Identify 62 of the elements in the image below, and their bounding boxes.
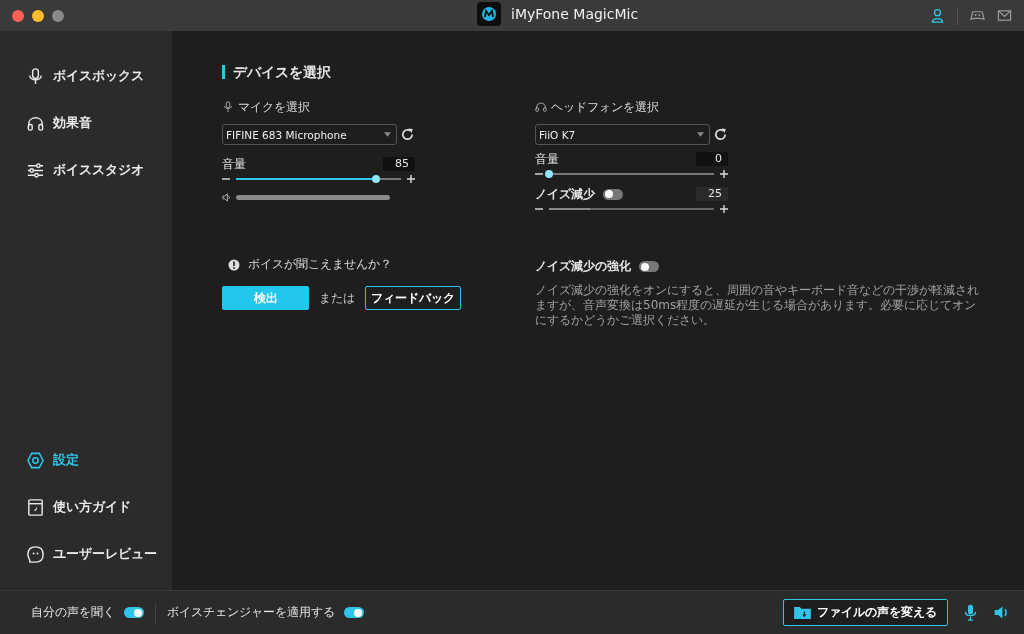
headset-icon [535, 101, 547, 113]
minus-icon[interactable] [222, 175, 230, 183]
monitor-label: 自分の声を聞く [31, 604, 115, 621]
gamepad-icon[interactable] [970, 8, 985, 23]
speaker-icon[interactable] [993, 604, 1010, 621]
sidebar-item[interactable]: ボイスボックス [26, 63, 144, 90]
volume-label: 音量 [535, 150, 559, 168]
slider-thumb[interactable] [545, 170, 553, 178]
headphones-icon [26, 114, 45, 133]
apply-label: ボイスチェンジャーを適用する [167, 604, 335, 621]
caret-icon [384, 132, 391, 137]
sliders-icon [26, 161, 45, 180]
sidebar-item[interactable]: 設定 [26, 447, 79, 474]
minimize-button[interactable] [32, 9, 44, 22]
change-file-voice-button[interactable]: ファイルの声を変える [783, 599, 948, 626]
chat-bubble-icon [26, 545, 45, 564]
microphone-icon[interactable] [962, 604, 979, 621]
slider-thumb[interactable] [372, 175, 381, 183]
window-title: iMyFone MagicMic [511, 6, 639, 22]
field-label: マイクを選択 [238, 98, 310, 116]
or-text: または [319, 289, 355, 307]
enhance-toggle[interactable] [639, 261, 659, 272]
microphone-icon [222, 101, 234, 113]
minus-icon[interactable] [535, 205, 543, 213]
minus-icon[interactable] [535, 170, 543, 178]
microphone-dropdown[interactable]: FIFINE 683 Microphone [222, 124, 397, 145]
enhance-label: ノイズ減少の強化 [535, 258, 631, 275]
sidebar-item[interactable]: 使い方ガイド [26, 494, 131, 521]
microphone-icon [26, 67, 45, 86]
guide-book-icon [26, 498, 45, 517]
noise-reduction-value: 25 [696, 187, 728, 201]
sidebar-item[interactable]: ボイススタジオ [26, 157, 144, 184]
volume-value: 0 [696, 152, 728, 166]
enhance-description: ノイズ減少の強化をオンにすると、周囲の音やキーボード音などの干渉が軽減されますが、音声変換は50ms程度の遅延が生じる場合があります。必要に応じてオンにするかどうかご選択ください。 [535, 283, 980, 328]
refresh-icon[interactable] [713, 127, 728, 142]
plus-icon[interactable] [720, 205, 728, 213]
settings-icon [26, 451, 45, 470]
sidebar-item[interactable]: 効果音 [26, 110, 92, 137]
app-logo-icon [477, 2, 501, 26]
speaker-icon [222, 193, 231, 202]
headphone-dropdown[interactable]: FiiO K7 [535, 124, 710, 145]
volume-value: 85 [383, 157, 415, 171]
user-icon[interactable] [930, 8, 945, 23]
caret-icon [697, 132, 704, 137]
section-title: デバイスを選択 [222, 65, 331, 79]
apply-toggle[interactable] [344, 607, 364, 618]
monitor-toggle[interactable] [124, 607, 144, 618]
help-prompt: ボイスが聞こえませんか？ [248, 256, 392, 273]
refresh-icon[interactable] [400, 127, 415, 142]
folder-icon [794, 606, 811, 619]
plus-icon[interactable] [407, 175, 415, 183]
mail-icon[interactable] [997, 8, 1012, 23]
noise-reduction-toggle[interactable] [603, 188, 623, 200]
close-button[interactable] [12, 9, 24, 22]
feedback-button[interactable]: フィードバック [365, 286, 461, 310]
warning-icon [228, 258, 240, 271]
noise-reduction-label: ノイズ減少 [535, 185, 595, 203]
sidebar-item[interactable]: ユーザーレビュー [26, 541, 157, 568]
plus-icon[interactable] [720, 170, 728, 178]
volume-label: 音量 [222, 155, 246, 173]
field-label: ヘッドフォンを選択 [551, 98, 659, 116]
zoom-button[interactable] [52, 9, 64, 22]
